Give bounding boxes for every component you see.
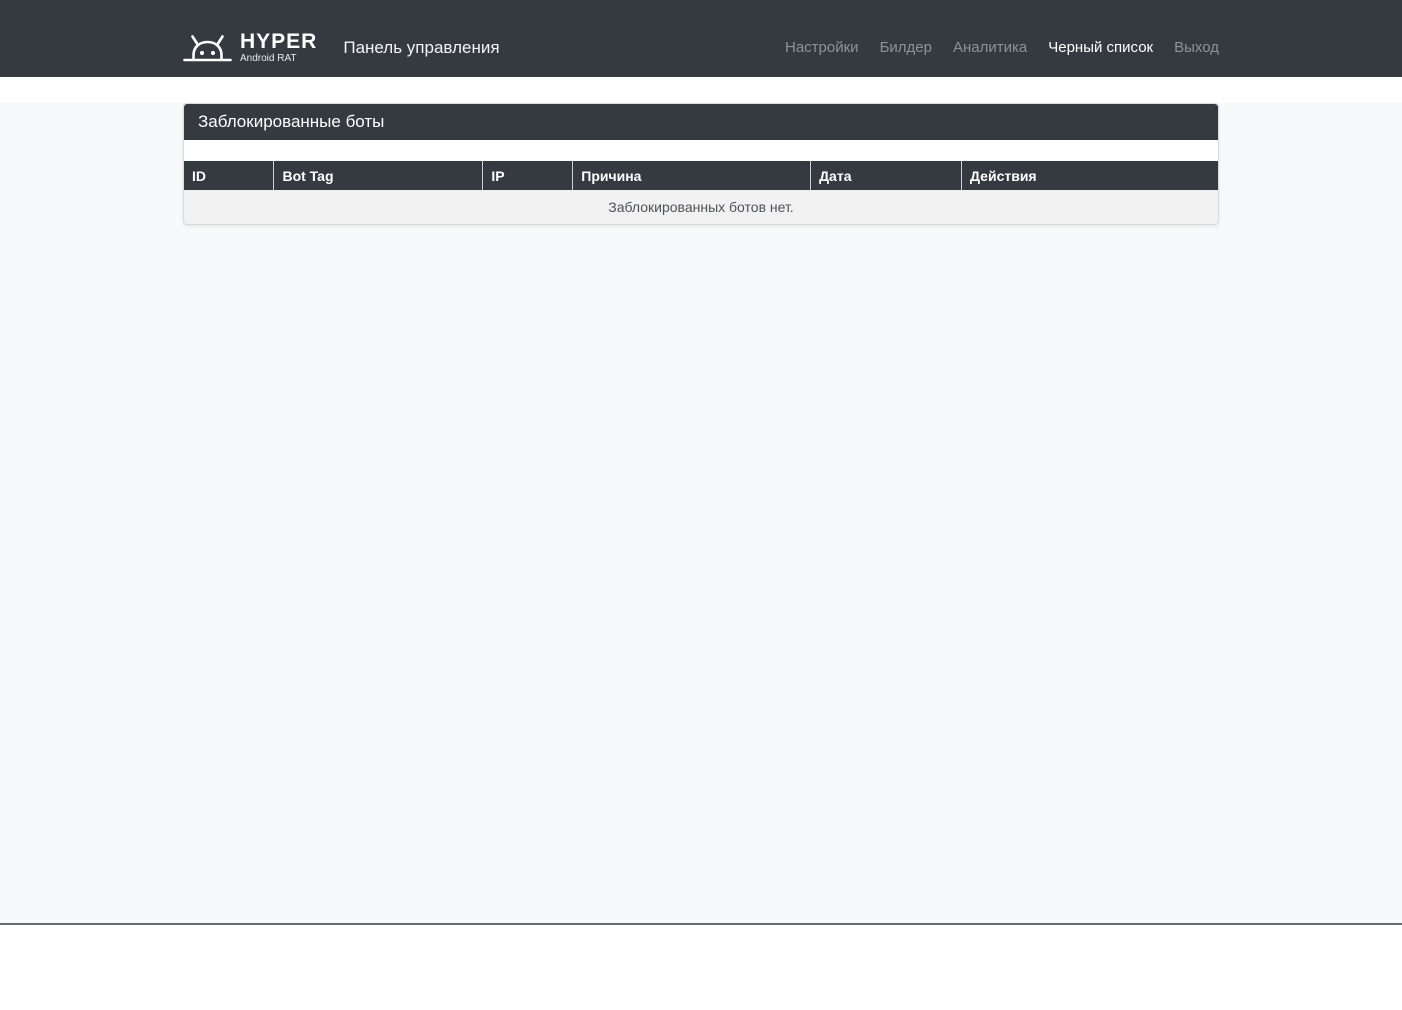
column-header-id: ID <box>184 161 274 190</box>
blocked-bots-table: ID Bot Tag IP Причина Дата Действия Забл… <box>184 161 1218 224</box>
table-header-row: ID Bot Tag IP Причина Дата Действия <box>184 161 1218 190</box>
card-title: Заблокированные боты <box>184 104 1218 140</box>
column-header-reason: Причина <box>573 161 811 190</box>
column-header-date: Дата <box>811 161 962 190</box>
card-body-spacer <box>184 140 1218 161</box>
brand-link[interactable]: HYPER Android RAT Панель управления <box>183 31 500 64</box>
nav-item-settings[interactable]: Настройки <box>785 39 859 56</box>
brand-name: HYPER <box>240 31 317 52</box>
column-header-actions: Действия <box>962 161 1218 190</box>
page-title: Панель управления <box>343 38 499 58</box>
android-robot-head-icon <box>183 32 240 63</box>
top-navbar: HYPER Android RAT Панель управления Наст… <box>0 0 1402 77</box>
empty-state-message: Заблокированных ботов нет. <box>184 190 1218 224</box>
empty-state-row: Заблокированных ботов нет. <box>184 190 1218 224</box>
column-header-ip: IP <box>483 161 573 190</box>
main-content: Заблокированные боты ID Bot Tag IP Причи… <box>0 103 1402 925</box>
column-header-bot-tag: Bot Tag <box>274 161 483 190</box>
nav-item-builder[interactable]: Билдер <box>880 39 932 56</box>
brand-text: HYPER Android RAT <box>240 31 317 64</box>
brand-subtitle: Android RAT <box>240 54 317 64</box>
nav-item-logout[interactable]: Выход <box>1174 39 1219 56</box>
main-nav: Настройки Билдер Аналитика Черный список… <box>764 39 1219 56</box>
nav-item-analytics[interactable]: Аналитика <box>953 39 1027 56</box>
page-footer <box>0 925 1402 1010</box>
blocked-bots-card: Заблокированные боты ID Bot Tag IP Причи… <box>183 103 1219 225</box>
nav-item-blacklist[interactable]: Черный список <box>1048 39 1153 56</box>
